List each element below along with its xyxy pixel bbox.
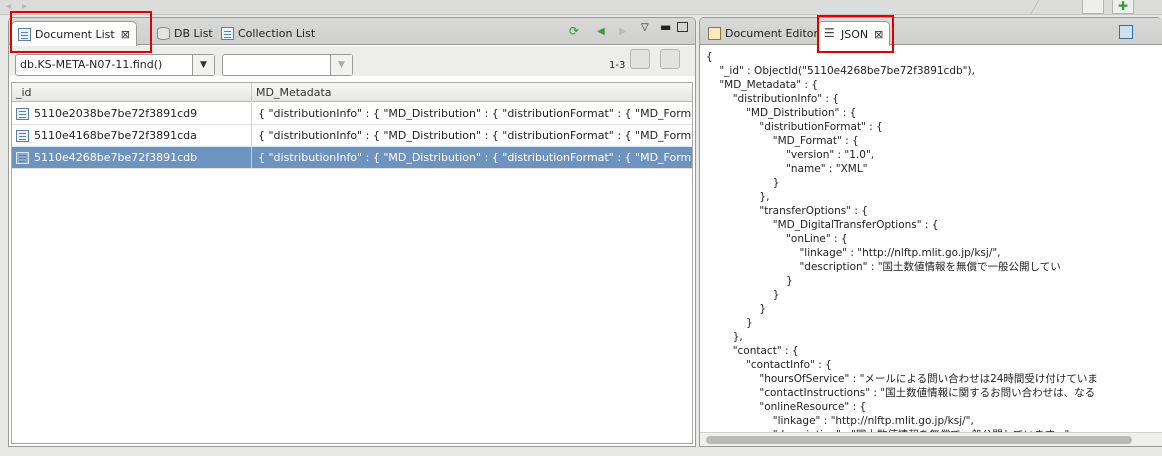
json-line: "onLine" : { (706, 233, 848, 245)
query-value: db.KS-META-N07-11.find() (20, 58, 163, 71)
add-perspective-icon[interactable]: ✚ (1112, 0, 1134, 14)
table-row[interactable]: 5110e2038be7be72f3891cd9 { "distribution… (12, 103, 692, 125)
database-icon (157, 26, 170, 40)
column-header-id[interactable]: _id (12, 83, 252, 102)
json-line: } (706, 177, 780, 189)
tab-label: Document List (35, 27, 115, 41)
page-range: 1-3 (609, 60, 626, 71)
tab-label: Collection List (238, 26, 316, 40)
cell-id: 5110e4168be7be72f3891cda (12, 125, 252, 146)
next-arrow-icon[interactable]: ▶ (619, 26, 627, 38)
json-line: "linkage" : "http://nlftp.mlit.go.jp/ksj… (706, 247, 1001, 259)
tab-label: JSON (841, 27, 869, 41)
query-combo[interactable]: db.KS-META-N07-11.find() ▼ (15, 54, 215, 76)
tab-collection-list[interactable]: Collection List (215, 21, 321, 45)
document-icon (18, 27, 31, 41)
json-line: "onlineResource" : { (706, 401, 867, 413)
json-line: } (706, 317, 753, 329)
json-line: "hoursOfService" : "メールによる問い合わせは24時間受け付け… (706, 373, 1098, 385)
horizontal-scrollbar[interactable] (700, 432, 1162, 446)
cell-id: 5110e4268be7be72f3891cdb (12, 147, 252, 168)
toolbar-separator (1029, 0, 1051, 15)
chevron-down-icon[interactable]: ▼ (330, 55, 352, 75)
json-line: "contactInfo" : { (706, 359, 832, 371)
tab-label: Document Editor (725, 26, 819, 40)
table-header: _id MD_Metadata (12, 83, 692, 102)
json-line: "version" : "1.0", (706, 149, 875, 161)
json-line: } (706, 303, 767, 315)
json-line: "transferOptions" : { (706, 205, 868, 217)
json-list-icon (824, 26, 837, 41)
close-icon[interactable]: ⊠ (121, 28, 130, 41)
json-line: "contactInstructions" : "国土数値情報に関するお問い合わ… (706, 387, 1096, 399)
json-line: }, (706, 191, 770, 203)
json-line: "MD_DigitalTransferOptions" : { (706, 219, 939, 231)
json-line: } (706, 289, 780, 301)
json-line: "description" : "国土数値情報を無償で一般公開してい (706, 261, 1061, 273)
json-line: "contact" : { (706, 345, 799, 357)
top-toolbar-strip: ◂ ▸ ✚ (0, 0, 1162, 15)
column-header-md-metadata[interactable]: MD_Metadata (252, 83, 692, 102)
table-row[interactable]: 5110e4168be7be72f3891cda { "distribution… (12, 125, 692, 147)
right-tab-bar: Document Editor JSON ⊠ (700, 18, 1162, 46)
json-view[interactable]: { "_id" : ObjectId("5110e4268be7be72f389… (700, 46, 1162, 432)
json-line: "linkage" : "http://nlftp.mlit.go.jp/ksj… (706, 415, 974, 427)
next-page-button[interactable] (660, 49, 680, 69)
tab-label: DB List (174, 26, 213, 40)
chevron-down-icon[interactable]: ▼ (192, 55, 214, 75)
left-tab-bar: Document List ⊠ DB List Collection List … (9, 18, 695, 46)
json-line: }, (706, 331, 743, 343)
save-icon[interactable] (1119, 25, 1133, 39)
json-line: "_id" : ObjectId("5110e4268be7be72f3891c… (706, 65, 975, 77)
tab-json[interactable]: JSON ⊠ (817, 21, 891, 46)
json-line: { (706, 51, 713, 63)
back-icon[interactable]: ◂ (6, 1, 11, 12)
json-line: "MD_Format" : { (706, 135, 859, 147)
document-table: _id MD_Metadata 5110e2038be7be72f3891cd9… (11, 82, 693, 444)
json-line: "MD_Metadata" : { (706, 79, 819, 91)
table-row-selected[interactable]: 5110e4268be7be72f3891cdb { "distribution… (12, 147, 692, 169)
json-line: } (706, 275, 793, 287)
view-menu-icon[interactable]: ▽ (641, 22, 649, 34)
prev-page-button[interactable] (630, 49, 650, 69)
close-icon[interactable]: ⊠ (874, 28, 883, 41)
json-line: "distributionFormat" : { (706, 121, 883, 133)
json-line: "distributionInfo" : { (706, 93, 839, 105)
tab-document-list[interactable]: Document List ⊠ (11, 21, 137, 46)
cell-md-metadata: { "distributionInfo" : { "MD_Distributio… (258, 107, 692, 120)
cell-md-metadata: { "distributionInfo" : { "MD_Distributio… (258, 151, 692, 164)
query-toolbar: db.KS-META-N07-11.find() ▼ ▼ 1-3 (9, 46, 695, 76)
forward-icon[interactable]: ▸ (22, 1, 27, 12)
cell-md-metadata: { "distributionInfo" : { "MD_Distributio… (258, 129, 692, 142)
document-list-panel: Document List ⊠ DB List Collection List … (8, 17, 696, 447)
cell-id: 5110e2038be7be72f3891cd9 (12, 103, 252, 124)
json-line: "name" : "XML" (706, 163, 868, 175)
json-panel: Document Editor JSON ⊠ { "_id" : ObjectI… (699, 17, 1162, 447)
collection-icon (221, 26, 234, 40)
refresh-icon[interactable]: ⟳ (569, 25, 579, 37)
json-line: "MD_Distribution" : { (706, 107, 857, 119)
prev-arrow-icon[interactable]: ◀ (597, 26, 605, 38)
scrollbar-thumb[interactable] (706, 436, 1132, 444)
maximize-icon[interactable] (677, 22, 688, 32)
document-editor-icon (708, 26, 721, 40)
perspective-icon[interactable] (1082, 0, 1104, 14)
minimize-icon[interactable]: ▬ (660, 21, 671, 33)
tab-db-list[interactable]: DB List (151, 21, 219, 45)
filter-combo[interactable]: ▼ (222, 54, 353, 76)
tab-document-editor[interactable]: Document Editor (702, 21, 824, 45)
